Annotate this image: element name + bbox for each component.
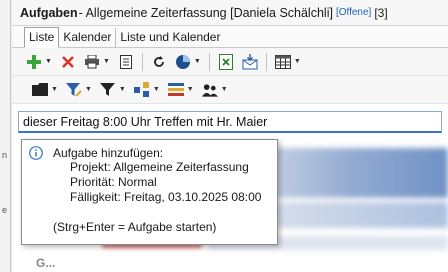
chevron-down-icon[interactable]: ▼ xyxy=(221,86,228,93)
notes-button[interactable] xyxy=(118,54,134,70)
tab-liste[interactable]: Liste xyxy=(24,27,60,48)
toolbar-separator xyxy=(141,52,143,71)
filter-button[interactable]: ▼ xyxy=(100,82,126,98)
panel-title: Aufgaben xyxy=(20,5,78,20)
users-icon xyxy=(201,82,218,98)
tasks-panel: Aufgaben - Allgemeine Zeiterfassung [Dan… xyxy=(12,0,448,272)
chart-icon xyxy=(175,54,191,70)
chevron-down-icon[interactable]: ▼ xyxy=(103,58,110,65)
add-task-tooltip: Aufgabe hinzufügen: Projekt: Allgemeine … xyxy=(21,139,278,245)
edge-marker: n xyxy=(2,150,8,160)
task-count: [3] xyxy=(374,5,388,20)
print-icon xyxy=(84,54,100,70)
chevron-down-icon[interactable]: ▼ xyxy=(153,86,160,93)
info-icon xyxy=(29,146,43,163)
grouping-icon xyxy=(133,81,150,98)
chevron-down-icon[interactable]: ▼ xyxy=(187,86,194,93)
tooltip-hint: (Strg+Enter = Aufgabe starten) xyxy=(53,220,217,234)
chevron-down-icon[interactable]: ▼ xyxy=(45,58,52,65)
users-button[interactable]: ▼ xyxy=(201,82,228,98)
notes-icon xyxy=(118,54,134,70)
filter-icon xyxy=(100,82,116,98)
folder-icon xyxy=(32,82,48,98)
tooltip-project: Projekt: Allgemeine Zeiterfassung xyxy=(70,160,249,174)
chevron-down-icon[interactable]: ▼ xyxy=(119,86,126,93)
quick-task-input[interactable] xyxy=(18,111,442,133)
email-button[interactable] xyxy=(242,53,258,70)
list-item[interactable] xyxy=(258,148,448,198)
chevron-down-icon[interactable]: ▼ xyxy=(294,58,301,65)
excel-export-icon xyxy=(218,53,234,70)
refresh-icon xyxy=(151,54,167,70)
folder-button[interactable]: ▼ xyxy=(32,82,58,98)
delete-button[interactable] xyxy=(60,54,76,70)
toolbar-separator xyxy=(208,52,210,71)
refresh-button[interactable] xyxy=(151,54,167,70)
tooltip-priority: Priorität: Normal xyxy=(70,175,157,189)
toolbar-main: ▼ ▼ ▼ ▼ xyxy=(12,48,448,76)
chevron-down-icon[interactable]: ▼ xyxy=(194,58,201,65)
chevron-down-icon[interactable]: ▼ xyxy=(85,86,92,93)
panel-titlebar: Aufgaben - Allgemeine Zeiterfassung [Dan… xyxy=(12,0,448,26)
status-badge[interactable]: [Offene] xyxy=(336,7,371,18)
view-options-button[interactable]: ▼ xyxy=(274,54,301,70)
toolbar-separator xyxy=(265,52,267,71)
panel-subtitle: - Allgemeine Zeiterfassung [Daniela Schä… xyxy=(78,5,333,20)
filter-edit-icon xyxy=(65,82,82,98)
add-icon xyxy=(26,54,42,70)
chevron-down-icon[interactable]: ▼ xyxy=(51,86,58,93)
color-list-button[interactable]: ▼ xyxy=(167,82,194,98)
grouping-button[interactable]: ▼ xyxy=(133,81,160,98)
color-list-icon xyxy=(167,82,184,98)
tab-kalender[interactable]: Kalender xyxy=(59,28,117,47)
view-tabs: Liste Kalender Liste und Kalender xyxy=(12,26,448,48)
edge-marker: e xyxy=(2,205,8,215)
left-edge-strip: n e xyxy=(0,0,11,272)
list-item[interactable] xyxy=(258,202,448,228)
email-icon xyxy=(242,53,258,70)
print-button[interactable]: ▼ xyxy=(84,54,110,70)
tab-liste-und-kalender[interactable]: Liste und Kalender xyxy=(116,28,224,47)
tooltip-due: Fälligkeit: Freitag, 03.10.2025 08:00 xyxy=(70,190,262,204)
delete-icon xyxy=(60,54,76,70)
calendar-grid-icon xyxy=(274,54,291,70)
excel-export-button[interactable] xyxy=(218,53,234,70)
add-task-button[interactable]: ▼ xyxy=(26,54,52,70)
toolbar-secondary: ▼ ▼ ▼ ▼ ▼ ▼ xyxy=(12,76,448,104)
filter-edit-button[interactable]: ▼ xyxy=(65,82,92,98)
chart-button[interactable]: ▼ xyxy=(175,54,201,70)
tooltip-title: Aufgabe hinzufügen: xyxy=(53,146,164,160)
list-item-partial: G... xyxy=(36,256,56,270)
